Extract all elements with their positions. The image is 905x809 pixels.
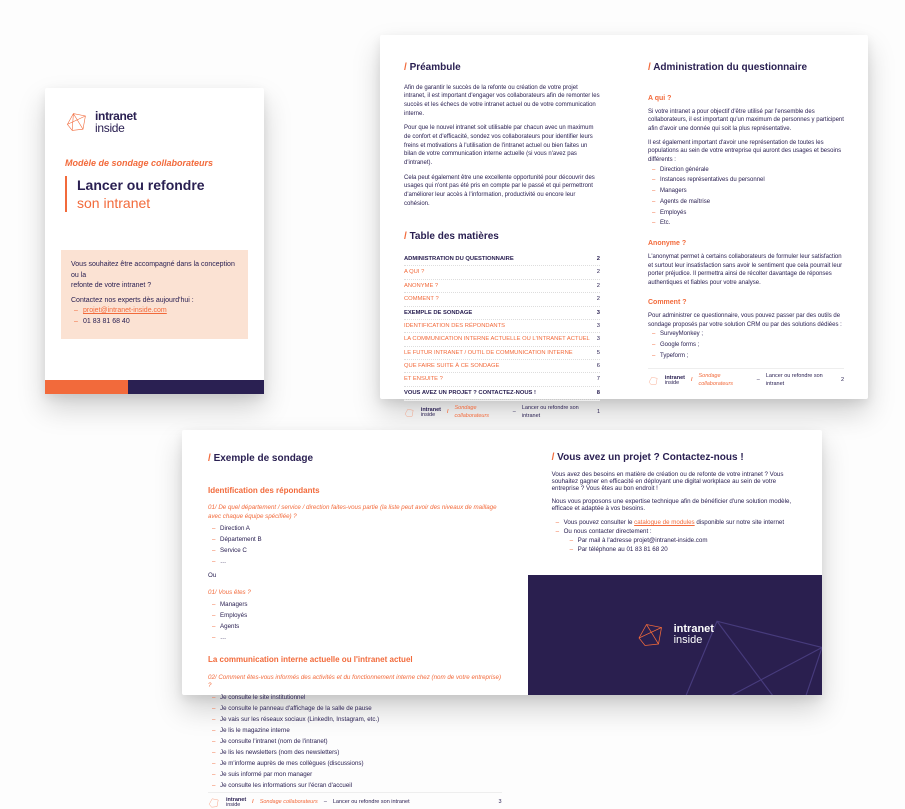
page-example: Exemple de sondage Identification des ré…: [182, 430, 528, 695]
list-item: Je consulte le site institutionnel: [220, 693, 502, 704]
list-item: Je consulte le panneau d'affichage de la…: [220, 704, 502, 715]
list-item: Je m'informe auprès de mes collègues (di…: [220, 759, 502, 770]
list-item: Je vais sur les réseaux sociaux (LinkedI…: [220, 715, 502, 726]
page-footer: intranetinside / Sondage collaborateurs …: [404, 400, 600, 421]
list-item: Instances représentatives du personnel: [660, 175, 844, 186]
list-item: Typeform ;: [660, 351, 844, 362]
toc-row: VOUS AVEZ UN PROJET ? CONTACTEZ-NOUS !8: [404, 387, 600, 400]
toc-row: A QUI ?2: [404, 266, 600, 279]
toc-row: COMMENT ?2: [404, 293, 600, 306]
list-item: Employés: [660, 208, 844, 219]
list-item: Managers: [220, 600, 502, 611]
example-heading: Exemple de sondage: [208, 452, 502, 467]
contact-email[interactable]: projet@intranet-inside.com: [83, 307, 167, 314]
logo-icon: [208, 797, 220, 809]
toc-row: ET ENSUITE ?7: [404, 373, 600, 386]
list-item: Agents de maîtrise: [660, 197, 844, 208]
cover-title-line1: Lancer ou refondre: [65, 176, 244, 194]
kicker: Modèle de sondage collaborateurs: [65, 158, 244, 168]
toc-row: EXEMPLE DE SONDAGE3: [404, 307, 600, 320]
cover-title-line2: son intranet: [65, 194, 244, 212]
cover-page: intranet inside Modèle de sondage collab…: [45, 88, 264, 394]
page-admin: Administration du questionnaire A qui ? …: [624, 35, 868, 399]
list-item: Je lis le magazine interne: [220, 726, 502, 737]
brand-panel: intranet inside: [528, 575, 822, 695]
toc-row: LA COMMUNICATION INTERNE ACTUELLE OU L'I…: [404, 333, 600, 346]
cta-heading: Vous avez un projet ? Contactez-nous !: [552, 452, 798, 463]
catalogue-link[interactable]: catalogue de modules: [634, 519, 695, 526]
list-item: Je consulte l'intranet (nom de l'intrane…: [220, 737, 502, 748]
list-item: Service C: [220, 546, 502, 557]
list-item: Agents: [220, 622, 502, 633]
page-preambule: Préambule Afin de garantir le succès de …: [380, 35, 624, 399]
preambule-heading: Préambule: [404, 61, 600, 76]
contact-phone: 01 83 81 68 40: [71, 317, 238, 328]
logo-icon: [636, 620, 666, 650]
brand-logo: intranet inside: [65, 110, 244, 134]
toc-row: ADMINISTRATION DU QUESTIONNAIRE2: [404, 253, 600, 266]
toc-row: QUE FAIRE SUITE À CE SONDAGE6: [404, 360, 600, 373]
admin-heading: Administration du questionnaire: [648, 61, 844, 76]
list-item: …: [220, 557, 502, 568]
list-item: Je lis les newsletters (nom des newslett…: [220, 748, 502, 759]
list-item: Direction générale: [660, 165, 844, 176]
page-cta: Vous avez un projet ? Contactez-nous ! V…: [528, 430, 822, 695]
spread-top: Préambule Afin de garantir le succès de …: [380, 35, 868, 399]
contact-box: Vous souhaitez être accompagné dans la c…: [61, 250, 248, 339]
logo-icon: [404, 407, 415, 419]
toc-list: ADMINISTRATION DU QUESTIONNAIRE2A QUI ?2…: [404, 253, 600, 400]
logo-icon: [65, 110, 89, 134]
list-item: Employés: [220, 611, 502, 622]
toc-row: IDENTIFICATION DES RÉPONDANTS3: [404, 320, 600, 333]
list-item: SurveyMonkey ;: [660, 329, 844, 340]
list-item: Je suis informé par mon manager: [220, 770, 502, 781]
toc-row: ANONYME ?2: [404, 280, 600, 293]
logo-icon: [648, 375, 659, 387]
list-item: Direction A: [220, 524, 502, 535]
toc-row: LE FUTUR INTRANET / OUTIL DE COMMUNICATI…: [404, 347, 600, 360]
spread-bottom: Exemple de sondage Identification des ré…: [182, 430, 822, 695]
cover-footer-band: [45, 380, 264, 394]
list-item: Département B: [220, 535, 502, 546]
list-item: …: [220, 633, 502, 644]
list-item: Etc.: [660, 218, 844, 229]
list-item: Google forms ;: [660, 340, 844, 351]
page-footer: intranetinside / Sondage collaborateurs …: [208, 792, 502, 809]
toc-heading: Table des matières: [404, 230, 600, 245]
page-footer: intranetinside / Sondage collaborateurs …: [648, 368, 844, 389]
list-item: Managers: [660, 186, 844, 197]
list-item: Je consulte les informations sur l'écran…: [220, 781, 502, 792]
